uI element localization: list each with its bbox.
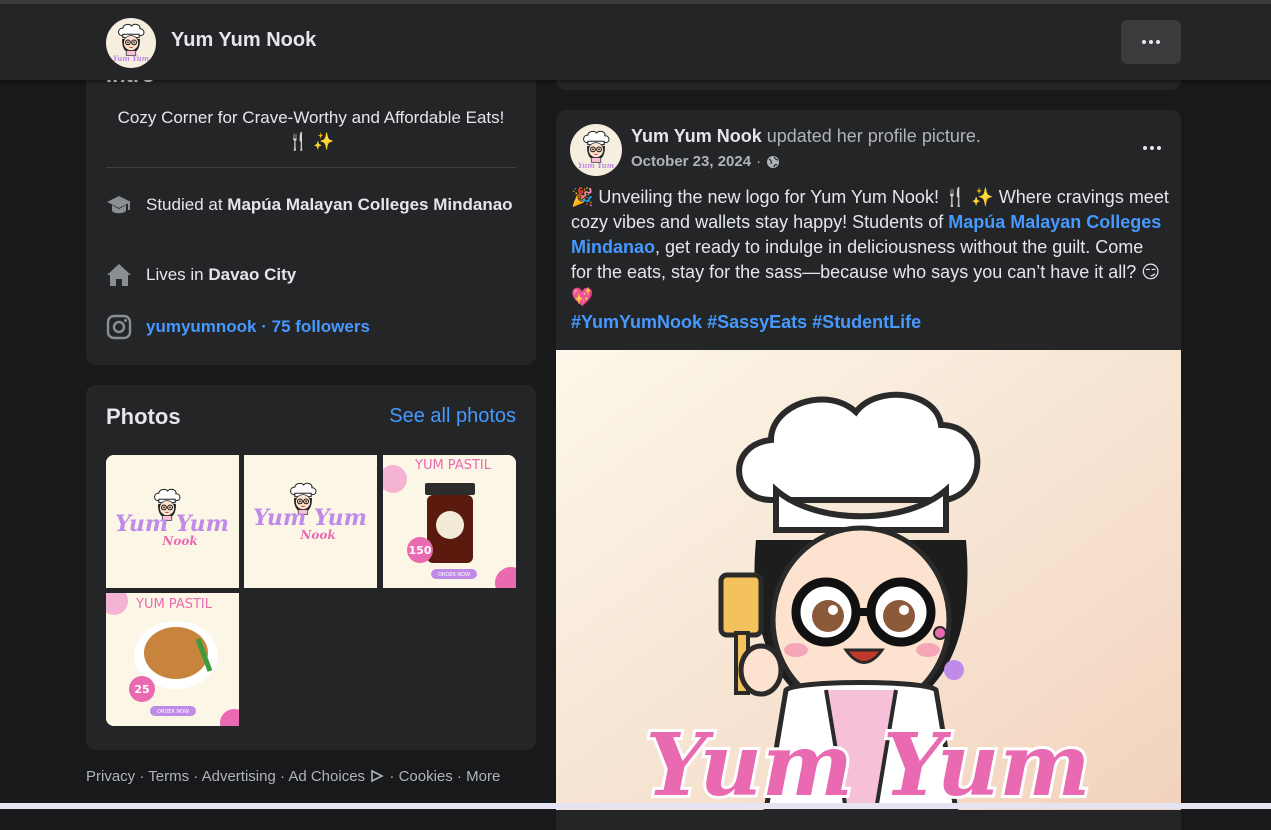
price-badge: 150 [409, 544, 432, 557]
intro-bio: Cozy Corner for Crave-Worthy and Afforda… [117, 108, 505, 151]
post-text: 🎉 Unveiling the new logo for Yum Yum Noo… [571, 187, 1169, 332]
globe-icon [767, 155, 780, 168]
intro-divider [106, 167, 516, 168]
ad-choices-icon [371, 769, 385, 783]
photo-thumbnail[interactable]: Yum Yum Nook [106, 455, 239, 588]
footer-more-link[interactable]: More [466, 768, 500, 785]
footer-links: Privacy · Terms · Advertising · Ad Choic… [86, 768, 501, 785]
home-icon [106, 262, 132, 288]
svg-text:Yum Yum: Yum Yum [578, 161, 614, 170]
see-all-photos-link[interactable]: See all photos [389, 405, 516, 428]
location-city-link[interactable]: Davao City [208, 265, 296, 284]
svg-text:Yum Yum: Yum Yum [113, 54, 149, 63]
photos-title: Photos [106, 404, 181, 429]
hashtag-link[interactable]: #StudentLife [812, 312, 921, 332]
product-header: YUM PASTIL [135, 597, 213, 612]
education-school-link[interactable]: Mapúa Malayan Colleges Mindanao [227, 195, 512, 214]
post-profile-picture-image[interactable]: Yum Yum [556, 350, 1181, 810]
post-meta: October 23, 2024 · [631, 153, 780, 170]
footer-privacy-link[interactable]: Privacy [86, 768, 135, 785]
page-more-button[interactable] [1121, 20, 1181, 64]
page-sticky-header: Yum Yum Yum Yum Nook [0, 0, 1271, 80]
post-date[interactable]: October 23, 2024 [631, 153, 751, 170]
photo-thumbnail[interactable]: YUM PASTIL 25 ORDER NOW [106, 593, 239, 726]
more-dots-icon [1143, 146, 1161, 150]
logo-sub-text: Nook [161, 534, 197, 548]
location-prefix: Lives in [146, 265, 209, 284]
price-badge: 25 [134, 683, 149, 696]
post-card: Yum Yum Yum Yum Nook updated her profile… [556, 110, 1181, 830]
post-options-button[interactable] [1137, 138, 1167, 158]
image-logo-text: Yum Yum [646, 715, 1091, 810]
order-now-label: ORDER NOW [438, 572, 470, 578]
more-dots-icon [1142, 40, 1160, 44]
post-action-text: updated her profile picture. [761, 126, 981, 146]
instagram-link[interactable]: yumyumnook · 75 followers [146, 317, 370, 336]
footer-ad-choices-link[interactable]: Ad Choices [288, 768, 365, 785]
footer-advertising-link[interactable]: Advertising [202, 768, 276, 785]
logo-sub-text: Nook [299, 528, 335, 542]
instagram-icon [106, 314, 132, 340]
post-author-avatar[interactable]: Yum Yum [570, 124, 622, 176]
footer-cookies-link[interactable]: Cookies [399, 768, 453, 785]
photos-card: Photos See all photos Yum Yum Nook Yum Y… [86, 385, 536, 750]
photo-thumbnail[interactable]: Yum Yum Nook [244, 455, 377, 588]
footer-terms-link[interactable]: Terms [148, 768, 189, 785]
graduation-cap-icon [106, 192, 132, 218]
product-header: YUM PASTIL [414, 458, 492, 473]
page-avatar[interactable]: Yum Yum [106, 18, 156, 68]
intro-card: Intro Cozy Corner for Crave-Worthy and A… [86, 40, 536, 365]
education-prefix: Studied at [146, 195, 228, 214]
hashtag-link[interactable]: #SassyEats [707, 312, 807, 332]
window-bottom-edge [0, 803, 1271, 809]
photo-thumbnail[interactable]: YUM PASTIL 150 ORDER NOW [383, 455, 516, 588]
page-name[interactable]: Yum Yum Nook [171, 29, 316, 52]
hashtag-link[interactable]: #YumYumNook [571, 312, 702, 332]
order-now-label: ORDER NOW [157, 709, 189, 715]
post-author-name[interactable]: Yum Yum Nook [631, 126, 762, 146]
